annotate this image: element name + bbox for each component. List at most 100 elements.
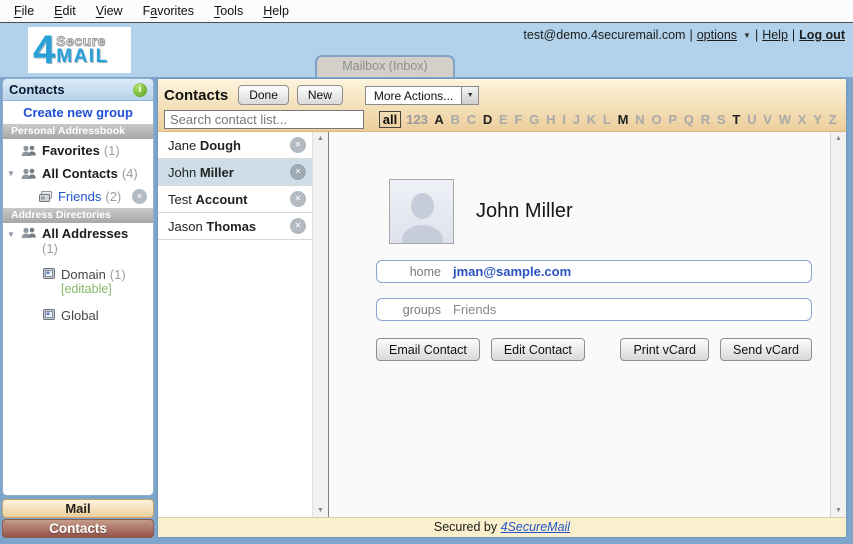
letter-filter-J: J	[569, 112, 583, 127]
logout-link[interactable]: Log out	[799, 28, 845, 42]
contact-row[interactable]: Jason Thomas ✕	[158, 213, 312, 240]
menu-item-edit[interactable]: Edit	[44, 1, 86, 21]
contacts-nav-button[interactable]: Contacts	[2, 519, 154, 538]
session-bar: test@demo.4securemail.com | options ▼ | …	[523, 28, 845, 42]
contact-name: John Miller	[476, 200, 573, 223]
contact-row[interactable]: John Miller ✕	[158, 159, 312, 186]
separator: |	[689, 28, 692, 42]
app-logo: 4 Secure MAIL	[28, 27, 131, 73]
delete-contact-icon[interactable]: ✕	[290, 218, 306, 234]
contacts-sidebar: Contacts i Create new group Personal Add…	[2, 78, 154, 496]
contact-row[interactable]: Jane Dough ✕	[158, 132, 312, 159]
mail-nav-button[interactable]: Mail	[2, 499, 154, 518]
letter-filter-X: X	[794, 112, 809, 127]
letter-filter-D[interactable]: D	[479, 112, 495, 127]
contact-row-name: Test Account	[168, 192, 247, 207]
sidebar-item-all-addresses[interactable]: ▼ All Addresses (1)	[3, 223, 153, 256]
delete-group-icon[interactable]: ✕	[132, 189, 147, 204]
letter-filter-E: E	[496, 112, 511, 127]
letter-filter-W: W	[775, 112, 794, 127]
securemail-link[interactable]: 4SecureMail	[501, 520, 570, 534]
contact-row-name: John Miller	[168, 165, 234, 180]
letter-filter-C: C	[463, 112, 479, 127]
letter-filter-U: U	[744, 112, 760, 127]
contact-photo	[389, 179, 454, 244]
menu-item-view[interactable]: View	[86, 1, 133, 21]
logo-4: 4	[33, 31, 55, 69]
menu-item-favorites[interactable]: Favorites	[133, 1, 204, 21]
delete-contact-icon[interactable]: ✕	[290, 137, 306, 153]
sidebar-item-global[interactable]: Global	[3, 305, 153, 328]
editable-tag: [editable]	[61, 282, 126, 297]
sidebar-header: Contacts i	[3, 79, 153, 101]
options-menu[interactable]: options	[697, 28, 737, 42]
people-icon	[21, 227, 37, 239]
alphabet-letters: ABCDEFGHIJKLMNOPQRSTUVWXYZ	[431, 112, 840, 127]
print-vcard-button[interactable]: Print vCard	[620, 338, 709, 361]
sidebar-title: Contacts	[9, 82, 133, 97]
section-personal-addressbook: Personal Addressbook	[3, 124, 153, 139]
delete-contact-icon[interactable]: ✕	[290, 191, 306, 207]
scroll-down-icon[interactable]: ▼	[317, 507, 324, 514]
letter-filter-A[interactable]: A	[431, 112, 447, 127]
letter-filter-K: K	[583, 112, 599, 127]
letter-filter-O: O	[648, 112, 665, 127]
filter-all[interactable]: all	[379, 111, 401, 128]
sidebar-item-friends[interactable]: Friends (2) ✕	[3, 185, 153, 208]
letter-filter-B: B	[447, 112, 463, 127]
options-dropdown-arrow-icon[interactable]: ▼	[743, 31, 751, 40]
send-vcard-button[interactable]: Send vCard	[720, 338, 812, 361]
menu-item-file[interactable]: File	[4, 1, 44, 21]
contact-row[interactable]: Test Account ✕	[158, 186, 312, 213]
user-email: test@demo.4securemail.com	[523, 28, 685, 42]
collapse-arrow-icon[interactable]: ▼	[7, 230, 15, 239]
detail-scrollbar[interactable]: ▲ ▼	[830, 132, 846, 517]
sidebar-item-domain[interactable]: Domain(1) [editable]	[3, 264, 153, 297]
field-home-email: home jman@sample.com	[376, 260, 812, 283]
contact-list: Jane Dough✕John Miller✕Test Account✕Jaso…	[158, 132, 312, 517]
letter-filter-R: R	[697, 112, 713, 127]
menu-bar: FileEditViewFavoritesToolsHelp	[0, 0, 853, 23]
page-title: Contacts	[164, 87, 228, 104]
scroll-up-icon[interactable]: ▲	[317, 135, 324, 142]
done-button[interactable]: Done	[238, 85, 289, 105]
letter-filter-T[interactable]: T	[729, 112, 744, 127]
delete-contact-icon[interactable]: ✕	[290, 164, 306, 180]
help-link[interactable]: Help	[762, 28, 788, 42]
letter-filter-Y: Y	[810, 112, 825, 127]
scroll-down-icon[interactable]: ▼	[835, 507, 842, 514]
letter-filter-M[interactable]: M	[614, 112, 632, 127]
letter-filter-I: I	[559, 112, 569, 127]
letter-filter-S: S	[713, 112, 728, 127]
field-groups: groups Friends	[376, 298, 812, 321]
email-value: jman@sample.com	[453, 264, 571, 279]
more-actions-select[interactable]: More Actions... ▼	[365, 86, 479, 105]
address-book-icon	[43, 308, 56, 321]
tab-mailbox-inbox[interactable]: Mailbox (Inbox)	[315, 55, 455, 77]
dropdown-arrow-icon[interactable]: ▼	[461, 87, 478, 104]
letter-filter-G: G	[526, 112, 543, 127]
contact-row-name: Jason Thomas	[168, 219, 256, 234]
contacts-main-panel: Contacts Done New More Actions... ▼ all …	[157, 78, 847, 538]
menu-item-tools[interactable]: Tools	[204, 1, 253, 21]
sidebar-item-favorites[interactable]: Favorites (1)	[3, 139, 153, 162]
scroll-up-icon[interactable]: ▲	[835, 135, 842, 142]
collapse-arrow-icon[interactable]: ▼	[7, 169, 15, 178]
menu-item-help[interactable]: Help	[253, 1, 299, 21]
letter-filter-L: L	[600, 112, 615, 127]
letter-filter-H: H	[543, 112, 559, 127]
edit-contact-button[interactable]: Edit Contact	[491, 338, 585, 361]
alphabet-filter: all 123 ABCDEFGHIJKLMNOPQRSTUVWXYZ	[379, 111, 840, 128]
list-scrollbar[interactable]: ▲ ▼	[312, 132, 328, 517]
info-icon[interactable]: i	[133, 83, 147, 97]
new-button[interactable]: New	[297, 85, 343, 105]
header-band: 4 Secure MAIL test@demo.4securemail.com …	[0, 23, 853, 77]
section-address-directories: Address Directories	[3, 208, 153, 223]
create-new-group-link[interactable]: Create new group	[23, 105, 133, 120]
email-contact-button[interactable]: Email Contact	[376, 338, 480, 361]
contact-row-name: Jane Dough	[168, 138, 241, 153]
people-icon	[21, 168, 37, 180]
letter-filter-V: V	[760, 112, 775, 127]
search-input[interactable]	[164, 110, 364, 129]
sidebar-item-all-contacts[interactable]: ▼ All Contacts (4)	[3, 162, 153, 185]
